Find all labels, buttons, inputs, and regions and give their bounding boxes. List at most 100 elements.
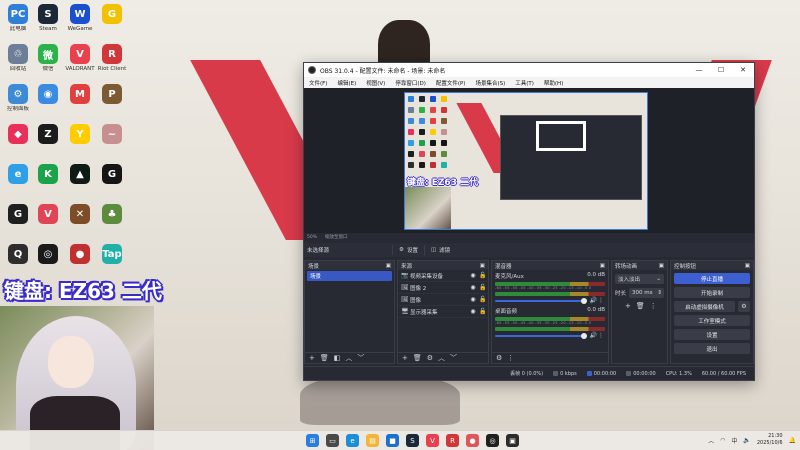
add-scene-button[interactable]: + xyxy=(309,354,315,362)
fader-track[interactable] xyxy=(495,334,585,337)
mixer-settings-icon[interactable]: ⚙ xyxy=(496,354,502,362)
volume-icon[interactable]: 🔈 xyxy=(743,437,750,444)
properties-button[interactable]: ⚙ 设置 xyxy=(392,245,424,255)
source-item[interactable]: 🖼 图像 ◉ 🔓 xyxy=(398,294,488,306)
taskbar-app-icon[interactable]: ◎ xyxy=(486,434,499,447)
fader-knob[interactable] xyxy=(581,332,587,339)
desktop-icon[interactable]: ♲ 回收站 xyxy=(2,44,34,72)
lock-icon[interactable]: 🔓 xyxy=(478,272,488,279)
menu-item[interactable]: 编辑(E) xyxy=(332,79,361,87)
menu-item[interactable]: 工具(T) xyxy=(510,79,539,87)
fader-knob[interactable] xyxy=(581,297,587,304)
obs-preview-area[interactable]: 键盘: EZ63 二代 xyxy=(304,88,754,233)
mixer-more-icon[interactable]: ⋮ xyxy=(507,354,514,362)
move-up-icon[interactable]: ︿ xyxy=(438,353,445,363)
desktop-icon[interactable]: ~ xyxy=(96,124,128,146)
volume-fader[interactable]: 🔊 ⋮ xyxy=(495,332,605,339)
remove-source-icon[interactable]: 🗑 xyxy=(413,354,422,362)
start-virtual-camera-button[interactable]: 启动虚拟摄像机 xyxy=(674,301,735,312)
taskbar-app-icon[interactable]: ▣ xyxy=(506,434,519,447)
menu-item[interactable]: 文件(F) xyxy=(304,79,332,87)
chevron-up-icon[interactable]: ︿ xyxy=(708,436,714,445)
menu-item[interactable]: 帮助(H) xyxy=(539,79,568,87)
desktop-icon[interactable]: V VALORANT xyxy=(64,44,96,72)
menu-item[interactable]: 视图(V) xyxy=(361,79,390,87)
menu-item[interactable]: 场景集合(S) xyxy=(470,79,510,87)
more-options-icon[interactable]: ⋮ xyxy=(598,297,604,304)
obs-titlebar[interactable]: OBS 31.0.4 - 配置文件: 未命名 - 场景: 未命名 — ☐ ✕ xyxy=(304,63,754,77)
studio-mode-button[interactable]: 工作室模式 xyxy=(674,315,750,326)
taskbar-app-icon[interactable]: e xyxy=(346,434,359,447)
desktop-icon[interactable]: G xyxy=(96,4,128,26)
source-item[interactable]: 🖼 图像 2 ◉ 🔓 xyxy=(398,282,488,294)
desktop-icon[interactable]: ♣ xyxy=(96,204,128,226)
obs-window[interactable]: OBS 31.0.4 - 配置文件: 未命名 - 场景: 未命名 — ☐ ✕ 文… xyxy=(303,62,755,381)
undock-icon[interactable]: ▣ xyxy=(659,263,664,269)
desktop-icon[interactable]: 微微信 xyxy=(32,44,64,72)
menu-item[interactable]: 配置文件(P) xyxy=(431,79,471,87)
close-button[interactable]: ✕ xyxy=(732,63,754,77)
virtual-camera-settings-icon[interactable]: ⚙ xyxy=(738,301,750,312)
desktop-icon[interactable]: K xyxy=(32,164,64,186)
taskbar-app-icon[interactable]: ■ xyxy=(386,434,399,447)
filters-button[interactable]: ◫ 滤镜 xyxy=(423,245,456,255)
move-down-icon[interactable]: ﹀ xyxy=(357,353,364,363)
undock-icon[interactable]: ▣ xyxy=(386,263,391,269)
desktop-icon[interactable]: R Riot Client xyxy=(96,44,128,72)
scene-filter-icon[interactable]: ◧ xyxy=(334,354,341,362)
add-transition-button[interactable]: + xyxy=(625,302,631,310)
eye-icon[interactable]: ◉ xyxy=(468,296,478,303)
transition-select[interactable]: 淡入淡出 ⌄ xyxy=(615,274,664,284)
fader-track[interactable] xyxy=(495,299,585,302)
lock-icon[interactable]: 🔓 xyxy=(478,308,488,315)
speaker-icon[interactable]: 🔊 xyxy=(590,332,597,339)
desktop-icon[interactable]: W WeGame xyxy=(64,4,96,32)
desktop-icon[interactable]: ◎ xyxy=(32,244,64,266)
taskbar-app-icon[interactable]: R xyxy=(446,434,459,447)
desktop-icon[interactable]: ▲ xyxy=(64,164,96,186)
undock-icon[interactable]: ▣ xyxy=(745,263,750,269)
zoom-mode[interactable]: 缩放至窗口 xyxy=(325,234,348,240)
desktop-icon[interactable]: ◆ xyxy=(2,124,34,146)
maximize-button[interactable]: ☐ xyxy=(710,63,732,77)
menu-item[interactable]: 停靠窗口(D) xyxy=(390,79,431,87)
taskbar-app-icon[interactable]: S xyxy=(406,434,419,447)
desktop-icon[interactable]: ⚙ 控制面板 xyxy=(2,84,34,112)
preview-canvas[interactable]: 键盘: EZ63 二代 xyxy=(404,92,648,230)
desktop-icon[interactable]: P xyxy=(96,84,128,106)
eye-icon[interactable]: ◉ xyxy=(468,272,478,279)
remove-transition-icon[interactable]: 🗑 xyxy=(636,302,645,310)
wifi-icon[interactable]: ◠ xyxy=(720,437,725,444)
desktop-icon[interactable]: Z xyxy=(32,124,64,146)
taskbar-app-icon[interactable]: V xyxy=(426,434,439,447)
lock-icon[interactable]: 🔓 xyxy=(478,284,488,291)
start-recording-button[interactable]: 开始录制 xyxy=(674,287,750,298)
stop-streaming-button[interactable]: 停止直播 xyxy=(674,273,750,284)
eye-icon[interactable]: ◉ xyxy=(468,308,478,315)
desktop-icon[interactable]: PC 此电脑 xyxy=(2,4,34,32)
taskbar-app-icon[interactable]: ⊞ xyxy=(306,434,319,447)
undock-icon[interactable]: ▣ xyxy=(480,263,485,269)
desktop-icon[interactable]: M xyxy=(64,84,96,106)
desktop-icon[interactable]: S Steam xyxy=(32,4,64,32)
source-item[interactable]: 📷 视频采集设备 ◉ 🔓 xyxy=(398,270,488,282)
remove-scene-icon[interactable]: 🗑 xyxy=(320,354,329,362)
add-source-button[interactable]: + xyxy=(402,354,408,362)
transition-more-icon[interactable]: ⋮ xyxy=(650,302,657,310)
minimize-button[interactable]: — xyxy=(688,63,710,77)
ime-indicator[interactable]: 中 xyxy=(731,436,737,445)
move-down-icon[interactable]: ﹀ xyxy=(450,353,457,363)
source-item[interactable]: 🖥 显示器采集 ◉ 🔓 xyxy=(398,306,488,318)
spin-arrows-icon[interactable]: ⇕ xyxy=(657,290,662,296)
more-options-icon[interactable]: ⋮ xyxy=(598,332,604,339)
desktop-icon[interactable]: ✕ xyxy=(64,204,96,226)
taskbar-app-icon[interactable]: ▤ xyxy=(366,434,379,447)
exit-button[interactable]: 退出 xyxy=(674,343,750,354)
taskbar-app-icon[interactable]: ● xyxy=(466,434,479,447)
desktop-icon[interactable]: Tap xyxy=(96,244,128,266)
settings-button[interactable]: 设置 xyxy=(674,329,750,340)
volume-fader[interactable]: 🔊 ⋮ xyxy=(495,297,605,304)
undock-icon[interactable]: ▣ xyxy=(600,263,605,269)
desktop-icon[interactable]: G xyxy=(2,204,34,226)
desktop-icon[interactable]: V xyxy=(32,204,64,226)
